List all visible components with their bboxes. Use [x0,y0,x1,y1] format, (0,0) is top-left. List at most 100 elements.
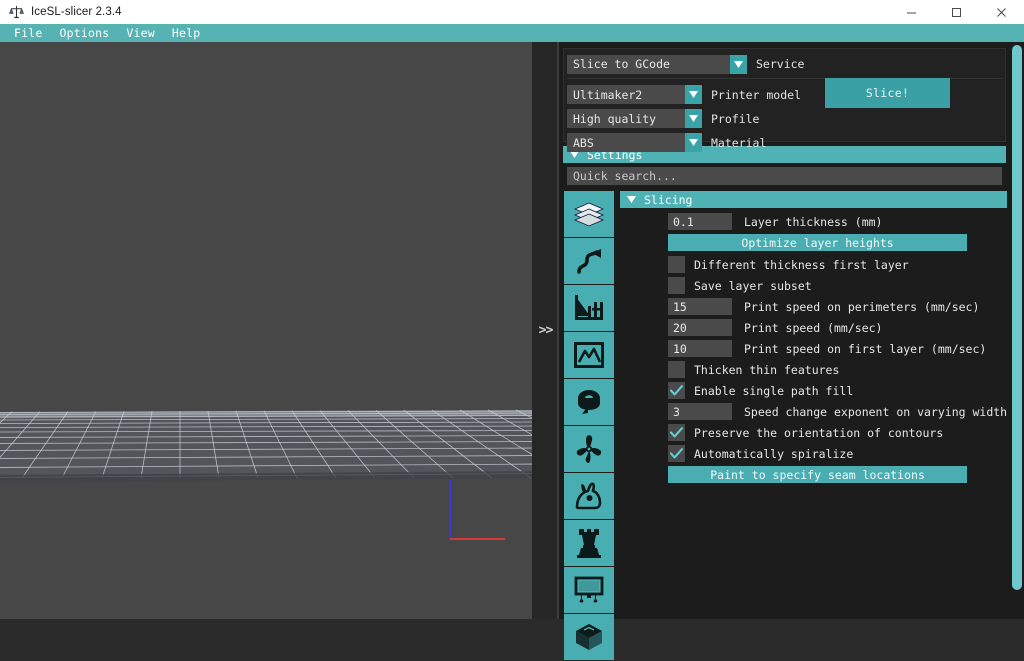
sidebar-item-extruder[interactable] [564,379,614,425]
printer-display-icon [574,576,604,604]
speed-change-exponent-label: Speed change exponent on varying width [744,404,1008,419]
setting-row-print-speed: 20 Print speed (mm/sec) [620,319,1007,336]
menu-item-view[interactable]: View [120,24,166,42]
cooling-fan-icon [574,434,604,464]
check-icon [670,448,683,459]
printer-model-label: Printer model [711,87,802,102]
different-thickness-first-layer-checkbox[interactable] [668,256,685,273]
print-speed-first-layer-input[interactable]: 10 [668,340,732,357]
service-dropdown-value: Slice to GCode [567,54,730,74]
layer-thickness-label: Layer thickness (mm) [744,214,883,229]
path-arrow-icon [574,247,604,275]
menu-item-file[interactable]: File [8,24,54,42]
layer-thickness-input[interactable]: 0.1 [668,213,732,230]
printer-model-dropdown[interactable]: Ultimaker2 [567,85,702,104]
service-box: Slice to GCode Service Ultimaker2 Printe… [563,48,1006,152]
material-row: ABS Material [567,132,1002,153]
profile-row: High quality Profile [567,108,1002,129]
print-speed-label: Print speed (mm/sec) [744,320,883,335]
window-title-text: IceSL-slicer 2.3.4 [31,6,122,18]
window-controls [889,0,1024,24]
sidebar-item-bridges[interactable] [564,332,614,378]
window-title-bar: IceSL-slicer 2.3.4 [0,0,1024,24]
paint-seam-locations-button[interactable]: Paint to specify seam locations [668,466,968,483]
speed-change-exponent-input[interactable]: 3 [668,403,732,420]
support-icon [574,294,604,322]
sidebar-item-speed[interactable] [564,473,614,519]
service-dropdown[interactable]: Slice to GCode [567,54,747,74]
preserve-orientation-contours-label: Preserve the orientation of contours [694,425,944,440]
menu-bar: File Options View Help [0,24,1024,42]
setting-row-different-thickness-first-layer: Different thickness first layer [620,256,1007,273]
profile-label: Profile [711,111,760,126]
rabbit-speed-icon [574,482,604,510]
chevron-down-icon[interactable] [685,133,702,152]
setting-row-layer-thickness: 0.1 Layer thickness (mm) [620,213,1007,230]
setting-row-automatically-spiralize: Automatically spiralize [620,445,1007,462]
automatically-spiralize-label: Automatically spiralize [694,446,854,461]
optimize-layer-heights-button[interactable]: Optimize layer heights [668,234,968,251]
sidebar-item-printer[interactable] [564,567,614,613]
settings-content: Slicing 0.1 Layer thickness (mm) Optimiz… [563,191,1008,661]
settings-scrollbar-track[interactable] [1010,42,1024,619]
material-value: ABS [567,133,685,152]
material-label: Material [711,135,767,150]
slice-button[interactable]: Slice! [825,78,950,108]
setting-row-save-layer-subset: Save layer subset [620,277,1007,294]
sidebar-item-cooling[interactable] [564,426,614,472]
chevron-down-icon[interactable] [685,109,702,128]
check-icon [670,427,683,438]
3d-build-plate-viewport[interactable] [0,42,532,619]
quick-search-input[interactable]: Quick search... [567,167,1002,185]
settings-panel-inner: Slice to GCode Service Ultimaker2 Printe… [559,42,1010,660]
print-speed-perimeters-label: Print speed on perimeters (mm/sec) [744,299,980,314]
profile-value: High quality [567,109,685,128]
setting-row-thicken-thin-features: Thicken thin features [620,361,1007,378]
service-label: Service [756,57,805,71]
panel-splitter[interactable]: >> [532,42,559,619]
main-area: >> Slice to GCode Service Ultimaker2 Pri… [0,42,1024,660]
setting-row-enable-single-path-fill: Enable single path fill [620,382,1007,399]
printer-model-value: Ultimaker2 [567,85,685,104]
build-plate-grid [0,409,532,540]
expand-panel-icon[interactable]: >> [539,323,554,338]
profile-dropdown[interactable]: High quality [567,109,702,128]
slicing-group-header[interactable]: Slicing [620,191,1008,208]
maximize-button[interactable] [934,0,979,24]
enable-single-path-fill-label: Enable single path fill [694,383,854,398]
save-layer-subset-label: Save layer subset [694,278,812,293]
minimize-button[interactable] [889,0,934,24]
quick-search-placeholder: Quick search... [573,169,677,183]
slicing-settings-list: Slicing 0.1 Layer thickness (mm) Optimiz… [615,191,1008,661]
setting-row-speed-change-exponent: 3 Speed change exponent on varying width [620,403,1007,420]
close-button[interactable] [979,0,1024,24]
settings-scrollbar-thumb[interactable] [1012,45,1022,590]
material-dropdown[interactable]: ABS [567,133,702,152]
caret-down-icon[interactable] [627,196,636,203]
thicken-thin-features-checkbox[interactable] [668,361,685,378]
sidebar-item-advanced[interactable] [564,614,614,660]
sidebar-item-slicing[interactable] [564,191,614,237]
service-row: Slice to GCode Service [567,53,1002,75]
automatically-spiralize-checkbox[interactable] [668,445,685,462]
slicing-group-label: Slicing [644,192,693,207]
sidebar-item-paths[interactable] [564,238,614,284]
sidebar-item-tower[interactable] [564,520,614,566]
icesl-logo-icon [9,5,24,20]
save-layer-subset-checkbox[interactable] [668,277,685,294]
rook-tower-icon [576,528,602,558]
enable-single-path-fill-checkbox[interactable] [668,382,685,399]
print-speed-first-layer-label: Print speed on first layer (mm/sec) [744,341,987,356]
check-icon [670,385,683,396]
print-speed-input[interactable]: 20 [668,319,732,336]
menu-item-help[interactable]: Help [166,24,212,42]
menu-item-options[interactable]: Options [54,24,121,42]
different-thickness-first-layer-label: Different thickness first layer [694,257,909,272]
bridge-icon [574,342,604,368]
sidebar-item-support[interactable] [564,285,614,331]
print-speed-perimeters-input[interactable]: 15 [668,298,732,315]
chevron-down-icon[interactable] [685,85,702,104]
chevron-down-icon[interactable] [730,54,747,74]
settings-category-rail [563,191,615,661]
preserve-orientation-contours-checkbox[interactable] [668,424,685,441]
